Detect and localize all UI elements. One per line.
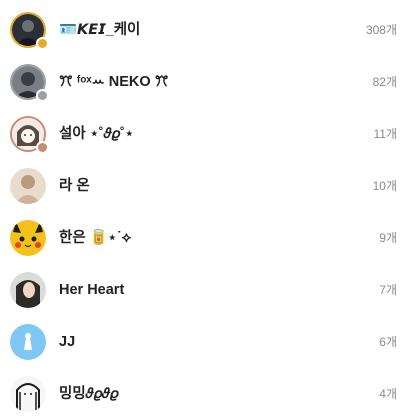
friend-name: 밍밍𝜗𝜚𝜗𝜚	[59, 386, 119, 402]
status-badge	[36, 89, 49, 102]
status-badge	[36, 37, 49, 50]
list-item[interactable]: 라 온 10개	[0, 164, 409, 208]
status-badge	[36, 141, 49, 154]
item-count: 308개	[365, 23, 397, 37]
item-count: 7개	[379, 283, 397, 297]
friend-name: 🪪𝙆𝙀𝙄_케이	[59, 22, 141, 38]
avatar[interactable]	[10, 324, 46, 360]
item-count: 6개	[379, 335, 397, 349]
avatar[interactable]	[10, 64, 49, 102]
friend-name: ꔫ ᶠᵒˣꕀ NEKO ꔫ	[59, 74, 169, 90]
friend-name: 한은 🥫⋆˙⟡	[59, 230, 132, 246]
avatar[interactable]	[10, 12, 49, 50]
friend-name: Her Heart	[59, 282, 125, 298]
item-count: 10개	[372, 179, 397, 193]
item-count: 4개	[379, 387, 397, 401]
avatar[interactable]	[10, 376, 46, 412]
item-count: 9개	[379, 231, 397, 245]
avatar[interactable]	[10, 168, 46, 204]
list-item[interactable]: 설아 ⋆˚𝜗𝜚˚⋆ 11개	[0, 112, 409, 156]
item-count: 82개	[372, 75, 397, 89]
friend-name: JJ	[59, 334, 76, 350]
list-item[interactable]: 🪪𝙆𝙀𝙄_케이 308개	[0, 8, 409, 52]
item-count: 11개	[373, 127, 398, 141]
avatar[interactable]	[10, 116, 49, 154]
list-item[interactable]: 밍밍𝜗𝜚𝜗𝜚 4개	[0, 372, 409, 416]
avatar[interactable]	[10, 220, 46, 256]
avatar[interactable]	[10, 272, 46, 308]
list-item[interactable]: ꔫ ᶠᵒˣꕀ NEKO ꔫ 82개	[0, 60, 409, 104]
list-item[interactable]: 한은 🥫⋆˙⟡ 9개	[0, 216, 409, 260]
friend-name: 설아 ⋆˚𝜗𝜚˚⋆	[59, 126, 134, 142]
friend-name: 라 온	[59, 178, 90, 194]
list-item[interactable]: Her Heart 7개	[0, 268, 409, 312]
list-item[interactable]: JJ 6개	[0, 320, 409, 364]
